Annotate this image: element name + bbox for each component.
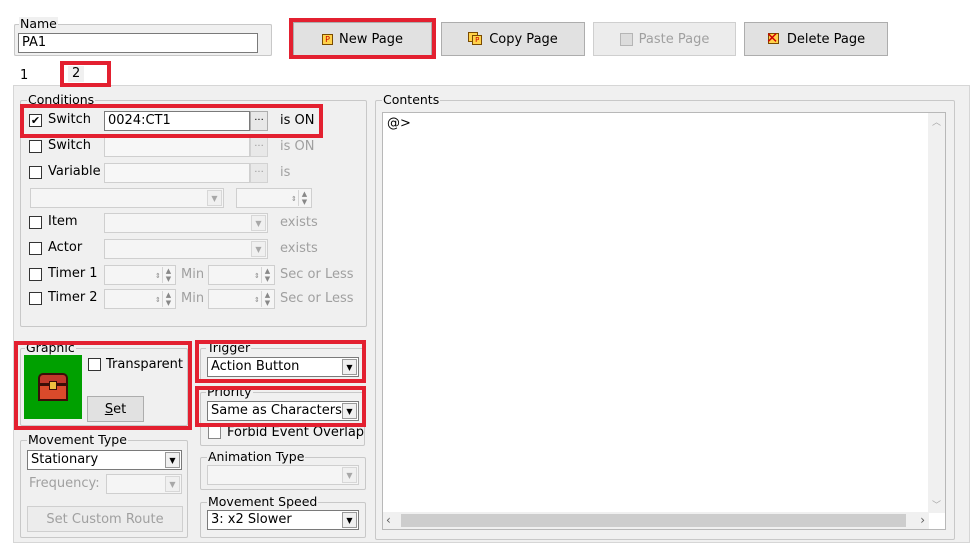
variable-field xyxy=(104,163,250,183)
scroll-thumb[interactable] xyxy=(401,514,906,527)
switch1-browse-button[interactable]: ··· xyxy=(250,111,268,131)
chevron-down-icon: ▼ xyxy=(342,512,357,528)
forbid-overlap-checkbox[interactable] xyxy=(208,426,221,439)
contents-list[interactable]: @> ︿ ﹀ ‹ › xyxy=(382,112,946,530)
timer2-suffix: Sec or Less xyxy=(280,291,354,306)
copy-page-icon: P xyxy=(468,32,483,46)
timer1-sec-spinner: ⇕ ▲ ▼ xyxy=(208,265,275,285)
switch2-browse-button: ··· xyxy=(250,137,268,157)
conditions-title: Conditions xyxy=(27,92,96,107)
chevron-down-icon: ▼ xyxy=(342,359,357,375)
delete-page-button[interactable]: ✕ Delete Page xyxy=(744,22,888,56)
copy-page-label: Copy Page xyxy=(489,31,558,47)
tab-page-2[interactable]: 2 xyxy=(68,66,85,82)
priority-select[interactable]: Same as Characters ▼ xyxy=(207,401,359,421)
copy-page-button[interactable]: P Copy Page xyxy=(441,22,585,56)
chevron-down-icon: ▼ xyxy=(165,452,180,468)
switch2-field xyxy=(104,137,250,157)
timer2-min-spinner: ⇕ ▲ ▼ xyxy=(104,289,176,309)
set-graphic-label: Set xyxy=(104,401,127,417)
timer1-label: Timer 1 xyxy=(48,266,98,281)
variable-value-spinner: ⇕ ▲ ▼ xyxy=(236,188,312,208)
set-custom-route-button: Set Custom Route xyxy=(27,506,183,532)
new-page-label: New Page xyxy=(339,31,403,47)
vertical-scrollbar[interactable]: ︿ ﹀ xyxy=(928,113,945,513)
set-graphic-button[interactable]: Set xyxy=(87,396,144,422)
item-suffix: exists xyxy=(280,215,318,230)
switch1-label: Switch xyxy=(48,112,91,127)
switch2-suffix: is ON xyxy=(280,139,315,154)
timer2-min-label: Min xyxy=(181,291,205,306)
switch2-label: Switch xyxy=(48,138,91,153)
animation-type-select: ▼ xyxy=(207,465,359,485)
variable-browse-button: ··· xyxy=(250,163,268,183)
movement-type-select[interactable]: Stationary ▼ xyxy=(27,450,182,470)
timer1-checkbox[interactable] xyxy=(29,268,42,281)
graphic-title: Graphic xyxy=(25,340,76,355)
frequency-label: Frequency: xyxy=(29,476,100,491)
item-select: ▼ xyxy=(104,213,268,233)
paste-page-label: Paste Page xyxy=(638,31,710,47)
transparent-label: Transparent xyxy=(106,357,183,372)
variable-operator-select: ▼ xyxy=(30,188,224,208)
actor-select: ▼ xyxy=(104,239,268,259)
movement-speed-title: Movement Speed xyxy=(207,494,319,509)
graphic-preview[interactable] xyxy=(24,355,82,419)
chevron-down-icon: ▼ xyxy=(342,403,357,419)
tab-page-1[interactable]: 1 xyxy=(20,68,28,84)
frequency-select: ▼ xyxy=(106,474,182,494)
scroll-up-icon[interactable]: ︿ xyxy=(928,115,945,128)
forbid-overlap-label: Forbid Event Overlap xyxy=(227,425,365,440)
trigger-title: Trigger xyxy=(206,340,252,355)
paste-page-button[interactable]: Paste Page xyxy=(593,22,736,56)
delete-page-label: Delete Page xyxy=(786,31,866,47)
actor-suffix: exists xyxy=(280,241,318,256)
switch1-field[interactable]: 0024:CT1 xyxy=(104,111,250,131)
variable-label: Variable xyxy=(48,164,101,179)
timer1-min-spinner: ⇕ ▲ ▼ xyxy=(104,265,176,285)
timer2-sec-spinner: ⇕ ▲ ▼ xyxy=(208,289,275,309)
item-checkbox[interactable] xyxy=(29,216,42,229)
actor-label: Actor xyxy=(48,240,83,255)
priority-title: Priority xyxy=(206,384,253,399)
switch1-checkbox[interactable]: ✔ xyxy=(29,114,42,127)
switch1-suffix: is ON xyxy=(280,113,315,128)
actor-checkbox[interactable] xyxy=(29,242,42,255)
paste-page-icon xyxy=(619,32,633,46)
timer2-checkbox[interactable] xyxy=(29,292,42,305)
scroll-down-icon[interactable]: ﹀ xyxy=(928,498,945,511)
name-input[interactable]: PA1 xyxy=(18,33,258,53)
item-label: Item xyxy=(48,214,78,229)
trigger-select[interactable]: Action Button ▼ xyxy=(207,357,359,377)
new-page-button[interactable]: P New Page xyxy=(293,22,432,56)
timer2-label: Timer 2 xyxy=(48,290,98,305)
variable-checkbox[interactable] xyxy=(29,166,42,179)
animation-type-title: Animation Type xyxy=(207,449,306,464)
timer1-suffix: Sec or Less xyxy=(280,267,354,282)
variable-suffix: is xyxy=(280,165,291,180)
name-label: Name xyxy=(19,16,58,31)
timer1-min-label: Min xyxy=(181,267,205,282)
contents-line[interactable]: @> xyxy=(387,116,411,132)
movement-speed-select[interactable]: 3: x2 Slower ▼ xyxy=(207,510,359,530)
horizontal-scrollbar[interactable]: ‹ › xyxy=(383,512,929,529)
treasure-chest-icon xyxy=(38,373,68,401)
scroll-left-icon[interactable]: ‹ xyxy=(386,512,391,529)
transparent-checkbox[interactable] xyxy=(88,358,101,371)
delete-page-icon: ✕ xyxy=(765,29,779,47)
scroll-right-icon[interactable]: › xyxy=(920,512,925,529)
new-page-icon: P xyxy=(322,33,334,45)
movement-type-title: Movement Type xyxy=(27,432,128,447)
switch2-checkbox[interactable] xyxy=(29,140,42,153)
contents-title: Contents xyxy=(382,92,441,107)
